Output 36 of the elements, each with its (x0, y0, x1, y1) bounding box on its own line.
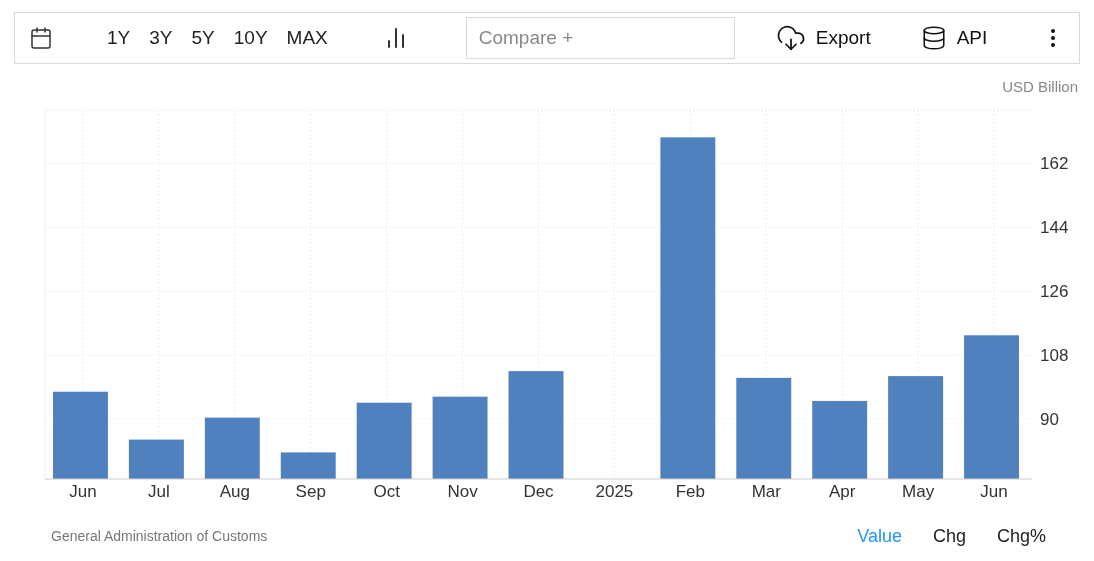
x-axis-label: Jun (69, 481, 97, 501)
y-axis-label: 108 (1040, 345, 1069, 365)
x-axis-label: Jul (148, 481, 170, 501)
x-axis-label: Nov (447, 481, 478, 501)
x-axis-label: Aug (219, 481, 250, 501)
range-button[interactable]: 1Y (107, 23, 131, 53)
x-axis-label: Oct (373, 481, 400, 501)
compare-field[interactable]: Compare + (465, 17, 735, 59)
cloud-download-icon (775, 23, 806, 53)
bar (280, 451, 336, 479)
x-axis-label: Apr (828, 481, 856, 501)
range-button[interactable]: MAX (286, 23, 328, 53)
x-axis-label: Dec (523, 481, 554, 501)
unit-label: USD Billion (1002, 77, 1078, 97)
y-axis-label: 90 (1040, 409, 1059, 429)
x-axis-label: Jun (980, 481, 1008, 501)
database-icon (920, 25, 947, 51)
source-text: General Administration of Customs (51, 526, 268, 546)
range-button[interactable]: 3Y (149, 23, 173, 53)
range-button[interactable]: 10Y (233, 23, 268, 53)
y-axis-label: 162 (1040, 153, 1069, 173)
calendar-icon[interactable] (29, 26, 53, 50)
y-axis-label: 144 (1040, 217, 1069, 237)
export-button[interactable]: Export (775, 23, 871, 53)
x-axis-label: Sep (295, 481, 326, 501)
range-button[interactable]: 5Y (191, 23, 215, 53)
x-axis-label: 2025 (595, 481, 634, 501)
x-axis-label: Feb (675, 481, 705, 501)
y-axis-label: 126 (1040, 281, 1069, 301)
x-axis-label: Mar (751, 481, 781, 501)
view-tab[interactable]: Chg (932, 522, 966, 550)
api-button[interactable]: API (920, 23, 988, 53)
view-tab[interactable]: Chg% (996, 522, 1046, 550)
bar (128, 439, 184, 479)
bar (204, 417, 260, 479)
x-axis-label: May (902, 481, 935, 501)
